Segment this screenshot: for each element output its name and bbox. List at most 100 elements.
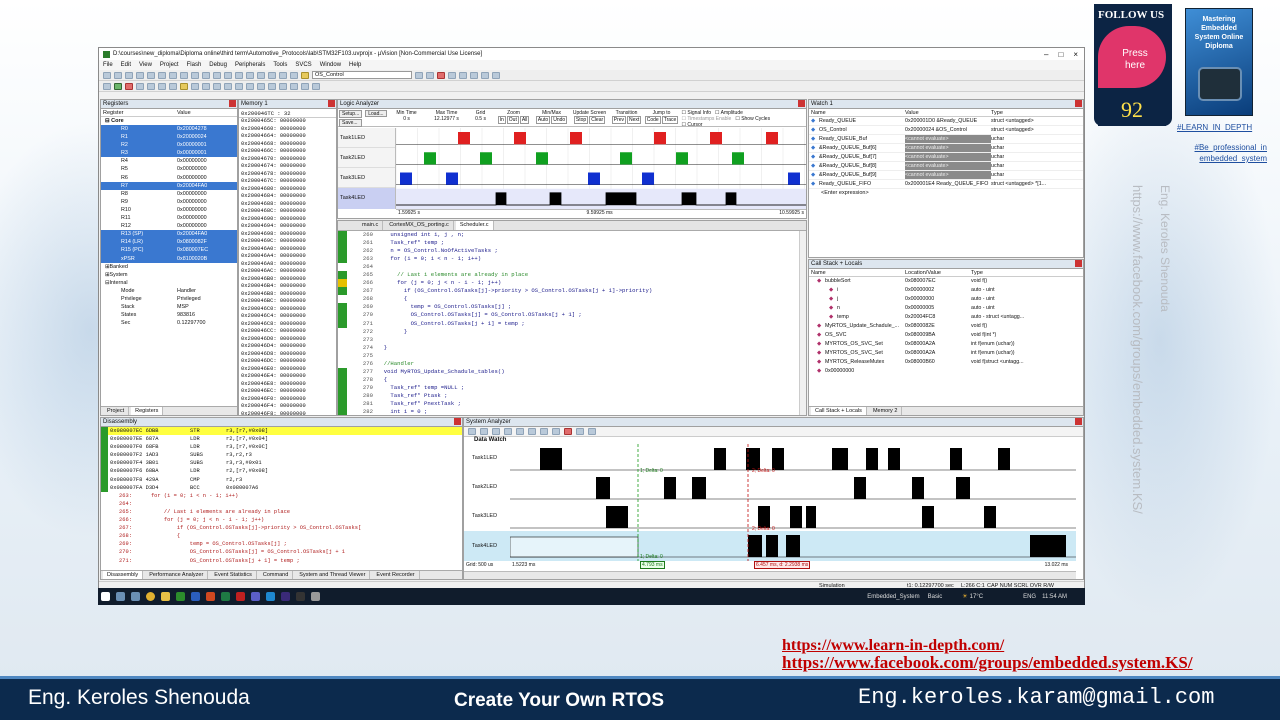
code-line[interactable]: 281 Task_ref* PnextTask ; bbox=[338, 399, 806, 409]
sa-next-icon[interactable] bbox=[504, 428, 512, 435]
watch-row[interactable]: ◆ Ready_QUEUE_FIFO 0x200001E4 Ready_QUEUE_… bbox=[809, 180, 1083, 189]
callstack-row[interactable]: ◆ temp 0x20004FC8 auto - struct <untagg... bbox=[809, 313, 1083, 322]
memory-row[interactable]: 0x200046C8: 00000000 bbox=[239, 321, 336, 329]
code-line[interactable]: 264 bbox=[338, 263, 806, 271]
register-row[interactable]: R3 0x00000001 bbox=[101, 149, 237, 158]
callstack-row[interactable]: ◆ MYRTOS_OS_SVC_Set 0x08000A2A int f(enum (… bbox=[809, 349, 1083, 358]
watch-enter-expression[interactable]: <Enter expression> bbox=[809, 189, 1083, 198]
memory-row[interactable]: 0x200046B0: 00000000 bbox=[239, 276, 336, 284]
nav-back-icon[interactable] bbox=[202, 71, 210, 79]
register-row[interactable]: R9 0x00000000 bbox=[101, 198, 237, 206]
code-line[interactable]: 261 Task_ref* temp ; bbox=[338, 239, 806, 248]
disassembly-tab[interactable]: Performance Analyzer bbox=[145, 571, 209, 579]
prev-button[interactable]: Prev bbox=[611, 116, 627, 124]
memory-row[interactable]: 0x200046A8: 00000000 bbox=[239, 261, 336, 269]
watch-row[interactable]: ◆ Ready_QUEUE_Buf <cannot evaluate> uchar bbox=[809, 135, 1083, 144]
disassembly-tab[interactable]: Event Recorder bbox=[372, 571, 420, 579]
sa-filter-icon[interactable] bbox=[576, 428, 584, 435]
register-row[interactable]: R10 0x00000000 bbox=[101, 206, 237, 214]
code-line[interactable]: 268 { bbox=[338, 295, 806, 303]
memory-row[interactable]: 0x200046A4: 00000000 bbox=[239, 253, 336, 261]
register-internal-row[interactable]: Mode Handler bbox=[101, 287, 237, 295]
zoom-all-button[interactable]: All bbox=[519, 116, 530, 124]
code-line[interactable]: 269 temp = OS_Control.OSTasks[j] ; bbox=[338, 303, 806, 312]
find-icon[interactable] bbox=[301, 71, 309, 79]
register-value[interactable]: 0x00000000 bbox=[177, 198, 207, 206]
disassembly-tab[interactable]: Disassembly bbox=[103, 571, 144, 579]
bookmark-next-icon[interactable] bbox=[246, 71, 254, 79]
asm-line[interactable]: 0x080007EC 6DBB STR r3,[r7,#0x08] bbox=[101, 427, 462, 436]
callstack-row[interactable]: ◆ i 0x00000002 auto - uint bbox=[809, 286, 1083, 295]
excel-icon[interactable] bbox=[221, 592, 230, 601]
window-layout-icon[interactable] bbox=[481, 71, 489, 79]
asm-source-line[interactable]: 271: OS_Control.OSTasks[j + 1] = temp ; bbox=[101, 557, 462, 565]
powerpoint-icon[interactable] bbox=[206, 592, 215, 601]
register-row[interactable]: R2 0x00000001 bbox=[101, 141, 237, 150]
register-value[interactable]: 0x00000000 bbox=[177, 174, 207, 182]
memory-row[interactable]: 0x200046E8: 00000000 bbox=[239, 381, 336, 389]
memory-row[interactable]: 0x200046C4: 00000000 bbox=[239, 313, 336, 321]
memory-row[interactable]: 0x20004670: 00000000 bbox=[239, 156, 336, 164]
register-internal-row[interactable]: Sec 0.12297700 bbox=[101, 319, 237, 327]
register-row[interactable]: xPSR 0x8100020B bbox=[101, 254, 237, 263]
auto-button[interactable]: Auto bbox=[535, 116, 551, 124]
new-file-icon[interactable] bbox=[103, 71, 111, 79]
sa-prev-icon[interactable] bbox=[492, 428, 500, 435]
memory-row[interactable]: 0x20004698: 00000000 bbox=[239, 231, 336, 239]
memory-address-field[interactable]: 0x200046TC : 32 bbox=[239, 109, 336, 118]
book-cover[interactable]: Mastering Embedded System Online Diploma bbox=[1185, 8, 1253, 116]
open-icon[interactable] bbox=[114, 71, 122, 79]
comment-icon[interactable] bbox=[279, 71, 287, 79]
memory-row[interactable]: 0x20004674: 00000000 bbox=[239, 163, 336, 171]
zoom-out-button[interactable]: Out bbox=[506, 116, 519, 124]
memory-row[interactable]: 0x200046C0: 00000000 bbox=[239, 306, 336, 314]
register-row[interactable]: R5 0x00000000 bbox=[101, 165, 237, 173]
memory-row[interactable]: 0x2000467C: 00000000 bbox=[239, 178, 336, 186]
memory-row[interactable]: 0x200046A0: 00000000 bbox=[239, 246, 336, 254]
breakpoint-clear-icon[interactable] bbox=[459, 71, 467, 79]
register-group[interactable]: ⊞ System bbox=[101, 271, 237, 279]
sa-scrollbar[interactable] bbox=[464, 571, 1076, 579]
press-here-button[interactable]: Press here bbox=[1098, 26, 1166, 88]
memory-row[interactable]: 0x20004660: 00000000 bbox=[239, 126, 336, 134]
register-row[interactable]: R8 0x00000000 bbox=[101, 190, 237, 198]
code-line[interactable]: 282 int i = 0 ; bbox=[338, 408, 806, 415]
menu-flash[interactable]: Flash bbox=[187, 62, 202, 68]
sa-marker-icon[interactable] bbox=[564, 428, 572, 435]
la-signal-task2[interactable]: Task2LED bbox=[338, 148, 395, 168]
register-value[interactable]: 0x20000024 bbox=[177, 133, 207, 141]
memory-row[interactable]: 0x200046D0: 00000000 bbox=[239, 336, 336, 344]
trace-window-icon[interactable] bbox=[290, 82, 298, 90]
asm-line[interactable]: 0x080007F8 429A CMP r2,r3 bbox=[101, 475, 462, 484]
watch-row[interactable]: ◆ &Ready_QUEUE_Buf[9] <cannot evaluate> uch… bbox=[809, 171, 1083, 180]
load-button[interactable]: Load... bbox=[365, 110, 387, 117]
app-icon-misc[interactable] bbox=[311, 592, 320, 601]
register-row[interactable]: R12 0x00000000 bbox=[101, 222, 237, 230]
bookmark-prev-icon[interactable] bbox=[235, 71, 243, 79]
callstack-row[interactable]: ◆ OS_SVC 0x080009BA void f(int *) bbox=[809, 331, 1083, 340]
memory-row[interactable]: 0x20004664: 00000000 bbox=[239, 133, 336, 141]
watch-value[interactable]: 0x200001E4 Ready_QUEUE_FIFO bbox=[905, 180, 991, 188]
core-group[interactable]: ⊟ Core bbox=[101, 117, 237, 125]
memory-row[interactable]: 0x20004668: 00000000 bbox=[239, 141, 336, 149]
register-row[interactable]: R6 0x00000000 bbox=[101, 174, 237, 182]
menu-help[interactable]: Help bbox=[349, 62, 361, 68]
sa-signal-task1[interactable]: Task1LED bbox=[464, 444, 510, 473]
memory-window-icon[interactable] bbox=[257, 82, 265, 90]
register-value[interactable]: 0x00000000 bbox=[177, 214, 207, 222]
memory-close-icon[interactable] bbox=[328, 100, 335, 107]
step-over-icon[interactable] bbox=[147, 82, 155, 90]
copy-icon[interactable] bbox=[158, 71, 166, 79]
memory-row[interactable]: 0x200046D4: 00000000 bbox=[239, 343, 336, 351]
code-line[interactable]: 280 Task_ref* Ptask ; bbox=[338, 391, 806, 400]
registers-window-icon[interactable] bbox=[224, 82, 232, 90]
memory-row[interactable]: 0x200046F0: 00000000 bbox=[239, 396, 336, 404]
toolbox-icon[interactable] bbox=[312, 82, 320, 90]
code-line[interactable]: 275 bbox=[338, 352, 806, 360]
maximize-icon[interactable]: □ bbox=[1058, 50, 1063, 59]
find-combo[interactable]: OS_Control bbox=[312, 71, 412, 79]
memory-row[interactable]: 0x2000465C: 00000000 bbox=[239, 118, 336, 126]
watch-value[interactable]: <cannot evaluate> bbox=[905, 153, 991, 161]
asm-source-line[interactable]: 263: for (i = 0; i < n - 1; i++) bbox=[101, 492, 462, 500]
memory-row[interactable]: 0x200046E4: 00000000 bbox=[239, 373, 336, 381]
